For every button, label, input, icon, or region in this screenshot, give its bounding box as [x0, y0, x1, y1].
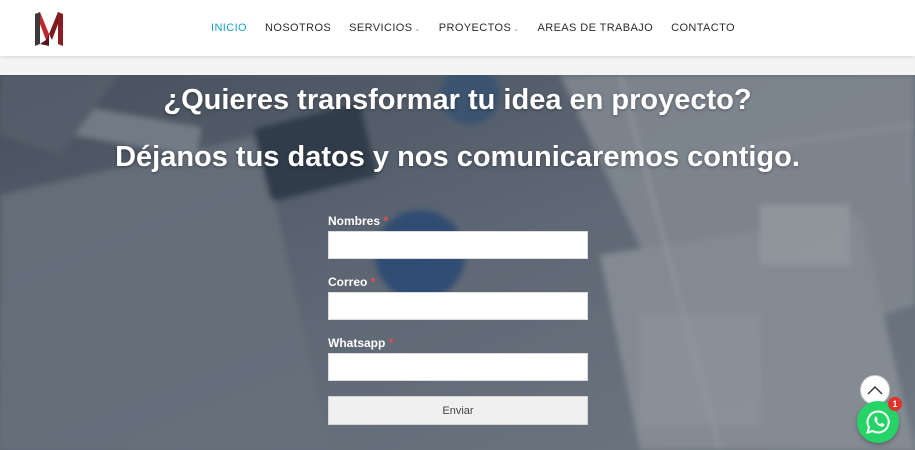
nav-item-contacto[interactable]: CONTACTO [671, 22, 735, 34]
nav-item-label: SERVICIOS [349, 22, 413, 34]
nav-item-label: CONTACTO [671, 22, 736, 34]
nav-item-inicio[interactable]: INICIO [211, 22, 247, 34]
whatsapp-label-text: Whatsapp [328, 336, 386, 350]
nav-item-label: INICIO [211, 22, 248, 34]
hero-subtitle: Déjanos tus datos y nos comunicaremos co… [115, 141, 800, 173]
nav-item-nosotros[interactable]: NOSOTROS [265, 22, 331, 34]
nav-item-areas-de-trabajo[interactable]: AREAS DE TRABAJO [537, 22, 653, 34]
site-header: INICIO NOSOTROS SERVICIOS ⌄ PROYECTOS ⌄ … [0, 0, 915, 56]
nav-item-label: PROYECTOS [438, 22, 512, 34]
nav-item-label: NOSOTROS [265, 22, 332, 34]
enviar-button[interactable]: Enviar [328, 396, 588, 425]
nombres-label-text: Nombres [328, 214, 381, 228]
site-logo[interactable] [33, 10, 65, 48]
chevron-up-icon [867, 386, 883, 395]
whatsapp-icon [866, 410, 890, 434]
correo-input[interactable] [328, 292, 588, 320]
hero-contact-section: ¿Quieres transformar tu idea en proyecto… [0, 75, 915, 450]
main-nav: INICIO NOSOTROS SERVICIOS ⌄ PROYECTOS ⌄ … [211, 0, 753, 56]
notification-badge: 1 [888, 397, 902, 411]
nav-item-label: AREAS DE TRABAJO [537, 22, 654, 34]
contact-form: Nombres * Correo * Whatsapp * Enviar [328, 213, 588, 425]
required-mark: * [370, 275, 376, 289]
required-mark: * [383, 214, 389, 228]
hero-title: ¿Quieres transformar tu idea en proyecto… [163, 84, 752, 116]
whatsapp-label: Whatsapp * [328, 335, 588, 351]
chevron-down-icon: ⌄ [414, 26, 421, 33]
header-spacer [0, 56, 915, 75]
nav-item-servicios[interactable]: SERVICIOS ⌄ [349, 22, 421, 34]
correo-label: Correo * [328, 274, 588, 290]
nav-item-proyectos[interactable]: PROYECTOS ⌄ [439, 22, 520, 34]
nombres-input[interactable] [328, 231, 588, 259]
chevron-down-icon: ⌄ [513, 26, 520, 33]
nombres-label: Nombres * [328, 213, 588, 229]
whatsapp-input[interactable] [328, 353, 588, 381]
required-mark: * [388, 336, 394, 350]
correo-label-text: Correo [328, 275, 368, 289]
